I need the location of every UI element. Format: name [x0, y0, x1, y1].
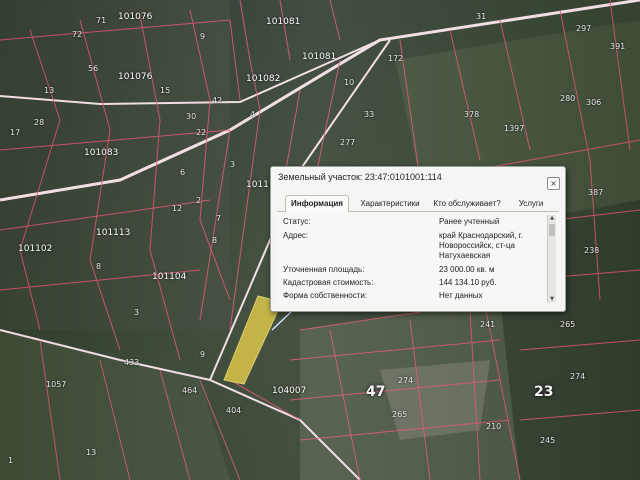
block-label: 101082	[246, 74, 281, 84]
scroll-up-icon[interactable]: ▲	[548, 215, 556, 222]
info-value: Ранее учтенный	[439, 217, 500, 226]
block-label: 101081	[302, 52, 337, 62]
parcel-label: 297	[576, 24, 592, 33]
parcel-label: 241	[480, 320, 496, 329]
tab-information[interactable]: Информация	[285, 195, 349, 212]
parcel-info-popup: Земельный участок: 23:47:0101001:114 × И…	[270, 166, 566, 312]
block-label: 104007	[272, 386, 307, 396]
parcel-label: 17	[10, 128, 21, 137]
quarter-label: 23	[534, 384, 554, 400]
info-label: Уточненная площадь:	[283, 265, 365, 274]
parcel-label: 387	[588, 188, 604, 197]
block-label: 101076	[118, 12, 153, 22]
parcel-label: 1	[8, 456, 14, 465]
parcel-label: 9	[200, 350, 206, 359]
parcel-label: 71	[96, 16, 107, 25]
parcel-label: 280	[560, 94, 576, 103]
parcel-label: 265	[560, 320, 576, 329]
info-value: край Краснодарский, г. Новороссийск, ст-…	[439, 231, 523, 260]
parcel-label: 30	[186, 112, 197, 121]
block-label: 101102	[18, 244, 53, 254]
parcel-label: 265	[392, 410, 408, 419]
parcel-label: 28	[34, 118, 45, 127]
info-scrollbar[interactable]: ▲ ▼	[547, 215, 556, 303]
parcel-label: 15	[160, 86, 171, 95]
cadastral-map[interactable]: 101076 101081 101076 101081 101082 10108…	[0, 0, 640, 480]
parcel-label: 6	[180, 168, 186, 177]
info-label: Адрес:	[283, 231, 309, 240]
parcel-label: 1397	[504, 124, 525, 133]
parcel-label: 306	[586, 98, 602, 107]
scroll-thumb[interactable]	[549, 224, 555, 236]
parcel-label: 7	[216, 214, 222, 223]
parcel-label: 464	[182, 386, 198, 395]
parcel-label: 10	[344, 78, 355, 87]
tab-services[interactable]: Услуги	[511, 197, 551, 210]
parcel-label: 277	[340, 138, 356, 147]
parcel-label: 3	[134, 308, 140, 317]
parcel-label: 4	[250, 110, 256, 119]
info-value: Нет данных	[439, 291, 483, 300]
parcel-label: 433	[124, 358, 140, 367]
parcel-label: 3	[230, 160, 236, 169]
parcel-label: 9	[200, 32, 206, 41]
parcel-label: 22	[196, 128, 207, 137]
block-label: 101076	[118, 72, 153, 82]
parcel-label: 8	[96, 262, 102, 271]
block-label: 101104	[152, 272, 187, 282]
parcel-label: 378	[464, 110, 480, 119]
quarter-label: 47	[366, 384, 386, 400]
parcel-label: 31	[476, 12, 487, 21]
scroll-down-icon[interactable]: ▼	[548, 296, 556, 303]
parcel-label: 8	[212, 236, 218, 245]
block-label: 101081	[266, 17, 301, 27]
tab-who-serves[interactable]: Кто обслуживает?	[431, 197, 503, 210]
parcel-label: 210	[486, 422, 502, 431]
popup-title: Земельный участок: 23:47:0101001:114	[278, 172, 442, 182]
parcel-label: 245	[540, 436, 556, 445]
parcel-label: 1057	[46, 380, 67, 389]
close-icon[interactable]: ×	[547, 177, 560, 190]
parcel-label: 72	[72, 30, 83, 39]
parcel-label: 42	[212, 96, 223, 105]
parcel-label: 2	[196, 196, 202, 205]
parcel-label: 274	[398, 376, 414, 385]
parcel-label: 12	[172, 204, 183, 213]
parcel-label: 56	[88, 64, 99, 73]
parcel-label: 33	[364, 110, 375, 119]
info-panel: Статус: Ранее учтенный Адрес: край Красн…	[277, 212, 559, 306]
parcel-label: 391	[610, 42, 626, 51]
parcel-label: 13	[44, 86, 55, 95]
parcel-label: 172	[388, 54, 404, 63]
info-value: 144 134.10 руб.	[439, 278, 497, 287]
parcel-label: 404	[226, 406, 242, 415]
parcel-label: 238	[584, 246, 600, 255]
info-label: Кадастровая стоимость:	[283, 278, 374, 287]
tab-characteristics[interactable]: Характеристики	[357, 197, 423, 210]
block-label: 101113	[96, 228, 131, 238]
popup-tabs: Информация Характеристики Кто обслуживае…	[277, 195, 559, 212]
info-label: Форма собственности:	[283, 291, 368, 300]
info-label: Статус:	[283, 217, 311, 226]
parcel-label: 13	[86, 448, 97, 457]
block-label: 101083	[84, 148, 119, 158]
parcel-label: 274	[570, 372, 586, 381]
info-value: 23 000.00 кв. м	[439, 265, 495, 274]
